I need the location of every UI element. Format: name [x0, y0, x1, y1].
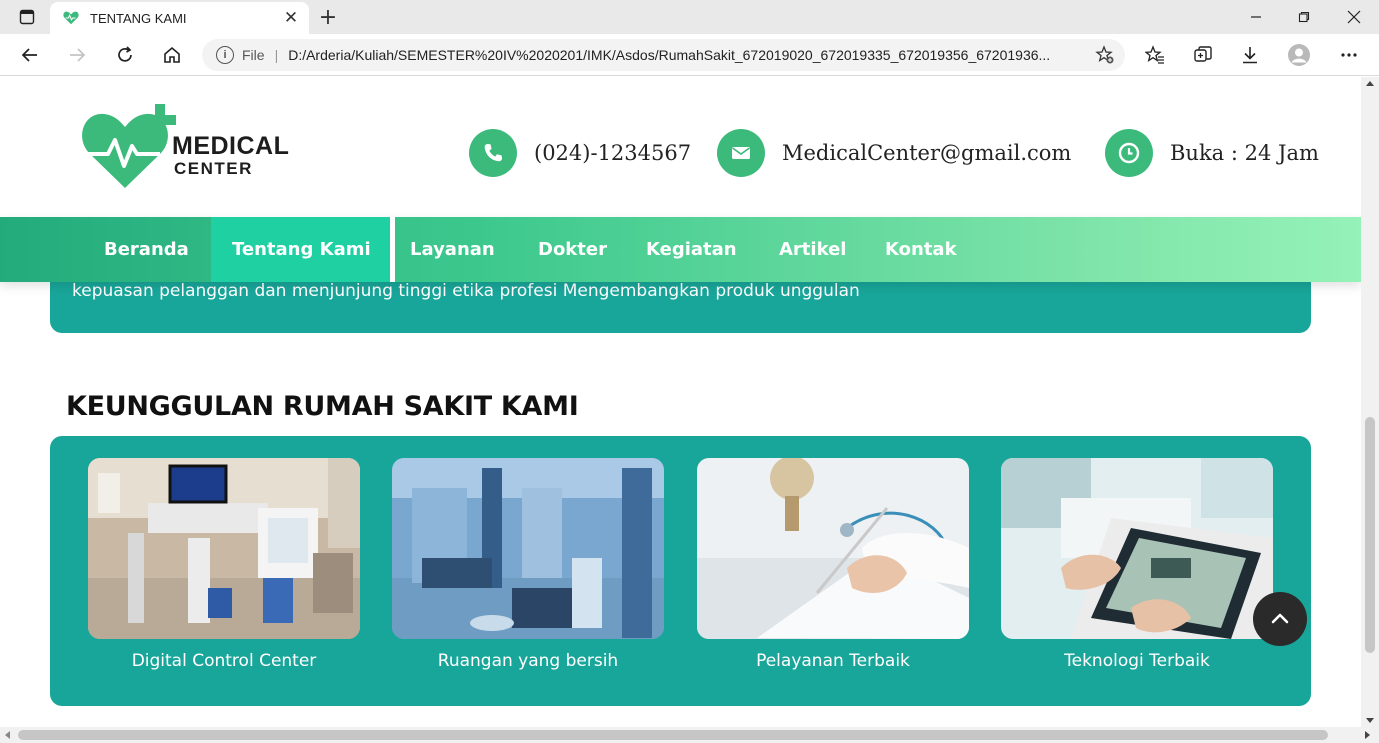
- chevron-up-icon: [1271, 613, 1289, 624]
- forward-icon[interactable]: [62, 40, 92, 70]
- tab-title: TENTANG KAMI: [90, 10, 187, 26]
- horizontal-scrollbar[interactable]: [0, 727, 1379, 743]
- card-caption: Ruangan yang bersih: [437, 651, 619, 671]
- tab-actions-icon[interactable]: [4, 0, 50, 34]
- home-icon[interactable]: [157, 40, 187, 70]
- contact-hours: Buka : 24 Jam: [1105, 129, 1319, 177]
- horizontal-scroll-thumb[interactable]: [18, 730, 1328, 740]
- advantages-panel: Digital Control Center Ruangan yang bers…: [50, 436, 1311, 706]
- nav-dokter[interactable]: Dokter: [538, 217, 607, 282]
- scheme-label: File: [242, 47, 265, 63]
- phone-icon: [469, 129, 517, 177]
- clean-room-image: [392, 458, 664, 639]
- address-separator: |: [274, 47, 279, 63]
- back-icon[interactable]: [15, 40, 45, 70]
- collections-icon[interactable]: [1188, 40, 1218, 70]
- control-room-image: [88, 458, 360, 639]
- email-address: MedicalCenter@gmail.com: [782, 141, 1072, 165]
- contact-phone: (024)-1234567: [469, 129, 691, 177]
- advantage-card: Pelayanan Terbaik: [697, 458, 969, 671]
- advantage-card: Ruangan yang bersih: [392, 458, 664, 671]
- nav-beranda[interactable]: Beranda: [104, 217, 189, 282]
- mission-text: kepuasan pelanggan dan menjunjung tinggi…: [72, 281, 860, 301]
- url-text: D:/Arderia/Kuliah/SEMESTER%20IV%2020201/…: [288, 47, 1051, 63]
- web-page: MEDICAL CENTER (024)-1234567 MedicalCent…: [0, 77, 1361, 727]
- toolbar: i File | D:/Arderia/Kuliah/SEMESTER%20IV…: [0, 34, 1379, 76]
- section-title: KEUNGGULAN RUMAH SAKIT KAMI: [66, 391, 579, 422]
- nav-layanan[interactable]: Layanan: [410, 217, 495, 282]
- brand-logo[interactable]: MEDICAL CENTER: [80, 102, 289, 192]
- vertical-scrollbar[interactable]: [1361, 77, 1379, 727]
- profile-icon[interactable]: [1284, 40, 1314, 70]
- vertical-scroll-thumb[interactable]: [1365, 417, 1375, 653]
- scroll-up-arrow-icon[interactable]: [1366, 81, 1374, 86]
- brand-name-line1: MEDICAL: [172, 132, 290, 160]
- favicon-heart-icon: [63, 11, 79, 25]
- phone-number: (024)-1234567: [534, 141, 692, 165]
- card-caption: Teknologi Terbaik: [1064, 651, 1210, 671]
- reload-icon[interactable]: [110, 40, 140, 70]
- card-caption: Pelayanan Terbaik: [756, 651, 910, 671]
- envelope-icon: [717, 129, 765, 177]
- more-icon[interactable]: [1334, 40, 1364, 70]
- address-bar[interactable]: i File | D:/Arderia/Kuliah/SEMESTER%20IV…: [202, 39, 1125, 71]
- nav-kegiatan[interactable]: Kegiatan: [646, 217, 737, 282]
- nav-tentang-kami[interactable]: Tentang Kami: [211, 217, 395, 282]
- browser-window: TENTANG KAMI ✕ + i File | D:/Arderia/Kul…: [0, 0, 1379, 743]
- close-tab-icon[interactable]: ✕: [279, 8, 303, 28]
- opening-hours: Buka : 24 Jam: [1170, 141, 1319, 165]
- maximize-icon[interactable]: [1281, 0, 1327, 34]
- active-tab[interactable]: TENTANG KAMI ✕: [50, 2, 309, 34]
- scroll-left-arrow-icon[interactable]: [5, 731, 10, 739]
- clock-icon: [1105, 129, 1153, 177]
- tab-bar: TENTANG KAMI ✕ +: [0, 0, 1379, 34]
- scroll-to-top-button[interactable]: [1253, 592, 1307, 646]
- nav-artikel[interactable]: Artikel: [779, 217, 846, 282]
- minimize-icon[interactable]: [1233, 0, 1279, 34]
- advantage-card: Digital Control Center: [88, 458, 360, 671]
- favorites-icon[interactable]: [1140, 40, 1170, 70]
- add-favorite-icon[interactable]: [1095, 45, 1115, 68]
- card-caption: Digital Control Center: [131, 651, 317, 671]
- brand-name-line2: CENTER: [174, 159, 253, 178]
- medical-tablet-image: [1001, 458, 1273, 639]
- scroll-right-arrow-icon[interactable]: [1365, 731, 1370, 739]
- nav-kontak[interactable]: Kontak: [885, 217, 957, 282]
- close-window-icon[interactable]: [1331, 0, 1377, 34]
- new-tab-icon[interactable]: +: [314, 4, 342, 30]
- site-header: MEDICAL CENTER (024)-1234567 MedicalCent…: [0, 77, 1361, 217]
- contact-email: MedicalCenter@gmail.com: [717, 129, 1071, 177]
- downloads-icon[interactable]: [1235, 40, 1265, 70]
- main-navigation: Beranda Tentang Kami Layanan Dokter Kegi…: [0, 217, 1361, 282]
- info-icon[interactable]: i: [216, 46, 234, 64]
- doctor-writing-image: [697, 458, 969, 639]
- advantage-card: Teknologi Terbaik: [1001, 458, 1273, 671]
- scroll-down-arrow-icon[interactable]: [1366, 718, 1374, 723]
